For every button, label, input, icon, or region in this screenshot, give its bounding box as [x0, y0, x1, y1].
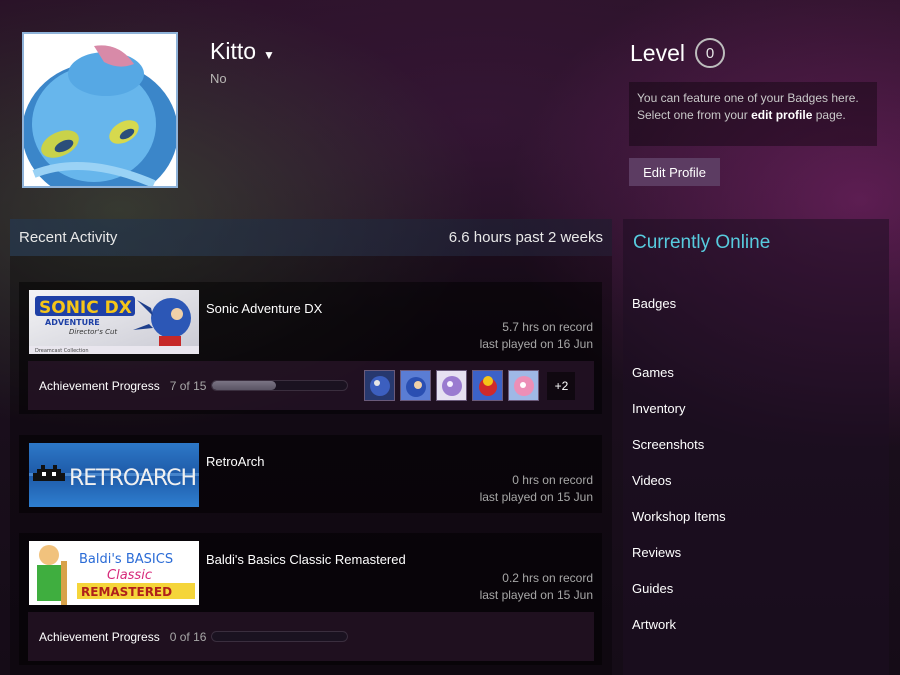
- game-name-retroarch[interactable]: RetroArch: [206, 454, 265, 469]
- game-capsule-retroarch[interactable]: RETROARCH: [29, 443, 199, 507]
- game-hours-baldi: 0.2 hrs on record: [502, 571, 593, 585]
- achievement-label: Achievement Progress: [39, 629, 160, 644]
- badge-hint-prefix: Select one from your: [637, 108, 752, 122]
- capsule-line2-baldi: Classic: [107, 568, 152, 583]
- achievement-label: Achievement Progress: [39, 378, 160, 393]
- game-capsule-sonic[interactable]: SONIC DX ADVENTURE Director's Cut Dreamc…: [29, 290, 199, 354]
- achievement-icon[interactable]: [400, 370, 432, 401]
- chevron-down-icon: ▼: [263, 47, 275, 62]
- game-stats-sonic: 5.7 hrs on record last played on 16 Jun: [480, 319, 593, 353]
- game-name-sonic[interactable]: Sonic Adventure DX: [206, 301, 322, 316]
- sidebar-link-badges[interactable]: Badges: [632, 296, 676, 311]
- achievement-bar-sonic[interactable]: Achievement Progress 7 of 15 +2: [28, 361, 594, 410]
- capsule-line3-baldi: REMASTERED: [81, 585, 172, 599]
- recent-activity-header: Recent Activity 6.6 hours past 2 weeks: [10, 219, 612, 256]
- achievement-icons: +2: [364, 370, 576, 401]
- sidebar-link-workshop-items[interactable]: Workshop Items: [632, 509, 726, 524]
- persona-subtitle: No: [210, 71, 227, 86]
- game-capsule-baldi[interactable]: Baldi's BASICS Classic REMASTERED: [29, 541, 199, 605]
- capsule-line1-baldi: Baldi's BASICS: [79, 552, 173, 567]
- persona-name: Kitto: [210, 38, 257, 64]
- persona-block: Kitto ▼ No: [210, 38, 275, 86]
- capsule-sub2-sonic: Director's Cut: [69, 328, 117, 336]
- achievement-icon[interactable]: [472, 370, 504, 401]
- persona-name-dropdown[interactable]: Kitto ▼: [210, 38, 275, 65]
- profile-sidebar: Currently Online Badges Games Inventory …: [623, 219, 889, 675]
- game-name-baldi[interactable]: Baldi's Basics Classic Remastered: [206, 552, 406, 567]
- game-card-retroarch: RETROARCH RetroArch 0 hrs on record last…: [19, 435, 602, 513]
- sidebar-link-games[interactable]: Games: [632, 365, 674, 380]
- achievement-icon[interactable]: [508, 370, 540, 401]
- recent-activity-title[interactable]: Recent Activity: [19, 229, 117, 246]
- edit-profile-button[interactable]: Edit Profile: [629, 158, 720, 186]
- sidebar-link-inventory[interactable]: Inventory: [632, 401, 685, 416]
- sidebar-link-videos[interactable]: Videos: [632, 473, 672, 488]
- capsule-title-retroarch: RETROARCH: [69, 466, 196, 491]
- achievement-count-baldi: 0 of 16: [169, 629, 207, 644]
- level-label: Level: [630, 39, 685, 66]
- game-last-played-retroarch: last played on 15 Jun: [479, 490, 593, 504]
- badge-hint-line2: Select one from your edit profile page.: [637, 107, 869, 124]
- featured-badge-box: You can feature one of your Badges here.…: [629, 82, 877, 146]
- level-badge: 0: [694, 38, 725, 68]
- capsule-sub1-sonic: ADVENTURE: [45, 318, 100, 327]
- game-card-baldi: Baldi's BASICS Classic REMASTERED Baldi'…: [19, 533, 602, 665]
- achievement-icon[interactable]: [364, 370, 396, 401]
- game-hours-retroarch: 0 hrs on record: [512, 473, 593, 487]
- avatar[interactable]: [22, 32, 178, 188]
- achievement-count-sonic: 7 of 15: [169, 378, 207, 393]
- achievement-progress-fill: [212, 381, 276, 390]
- level-area: Level 0: [630, 38, 725, 68]
- game-stats-retroarch: 0 hrs on record last played on 15 Jun: [480, 472, 593, 506]
- achievement-progress-track: [211, 380, 349, 391]
- badge-hint-line1: You can feature one of your Badges here.: [637, 91, 859, 105]
- online-status: Currently Online: [633, 232, 771, 253]
- game-stats-baldi: 0.2 hrs on record last played on 15 Jun: [480, 570, 593, 604]
- badge-hint-suffix: page.: [812, 108, 846, 122]
- more-achievements-badge[interactable]: +2: [547, 371, 576, 400]
- achievement-bar-baldi[interactable]: Achievement Progress 0 of 16: [28, 612, 594, 661]
- game-last-played-baldi: last played on 15 Jun: [479, 588, 593, 602]
- achievement-icon[interactable]: [436, 370, 468, 401]
- sidebar-link-artwork[interactable]: Artwork: [632, 617, 676, 632]
- game-last-played-sonic: last played on 16 Jun: [479, 337, 593, 351]
- game-card-sonic: SONIC DX ADVENTURE Director's Cut Dreamc…: [19, 282, 602, 414]
- capsule-footer-sonic: Dreamcast Collection: [35, 348, 89, 354]
- capsule-title-sonic: SONIC DX: [39, 298, 132, 318]
- game-hours-sonic: 5.7 hrs on record: [502, 320, 593, 334]
- sidebar-link-reviews[interactable]: Reviews: [632, 545, 681, 560]
- edit-profile-link[interactable]: edit profile: [751, 108, 812, 122]
- recent-activity-summary: 6.6 hours past 2 weeks: [448, 229, 603, 246]
- achievement-progress-track: [211, 631, 349, 642]
- sidebar-link-guides[interactable]: Guides: [632, 581, 673, 596]
- sidebar-link-screenshots[interactable]: Screenshots: [632, 437, 704, 452]
